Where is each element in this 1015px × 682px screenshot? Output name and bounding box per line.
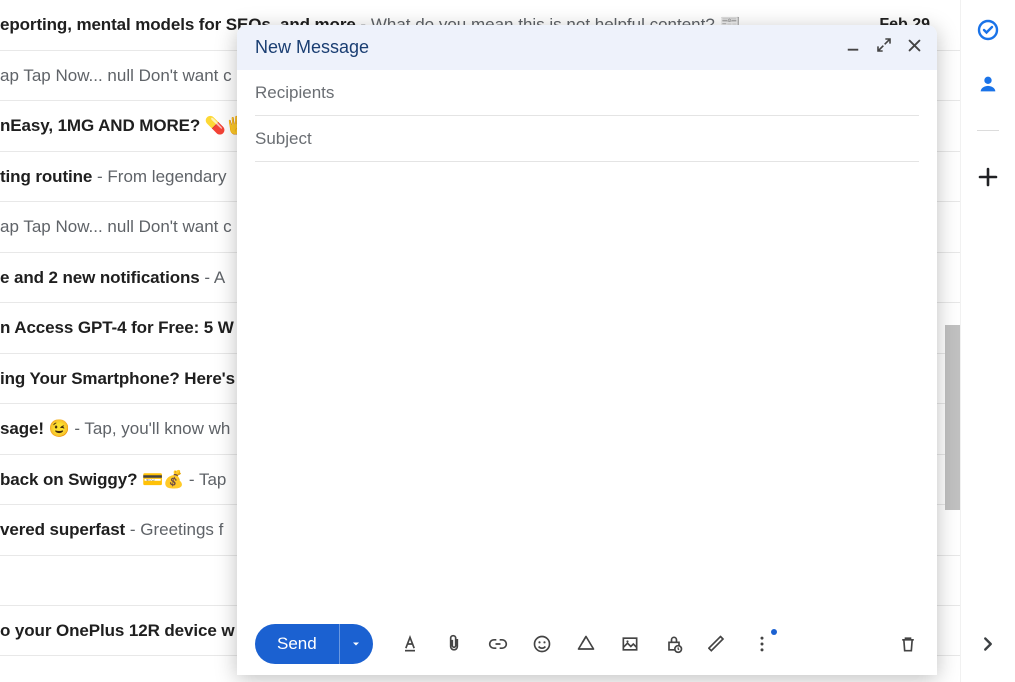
- drive-icon[interactable]: [575, 633, 597, 655]
- compose-header: New Message: [237, 25, 937, 70]
- send-button[interactable]: Send: [255, 624, 339, 664]
- attach-icon[interactable]: [443, 633, 465, 655]
- compose-toolbar: Send: [237, 613, 937, 675]
- indicator-dot: [771, 629, 777, 635]
- collapse-panel-icon[interactable]: [976, 632, 1000, 656]
- formatting-icon[interactable]: [399, 633, 421, 655]
- contacts-icon[interactable]: [976, 72, 1000, 96]
- emoji-icon[interactable]: [531, 633, 553, 655]
- compose-window: New Message: [237, 25, 937, 675]
- more-options-icon[interactable]: [751, 633, 773, 655]
- close-icon[interactable]: [906, 37, 923, 59]
- side-divider: [977, 130, 999, 131]
- expand-icon[interactable]: [876, 37, 892, 58]
- discard-icon[interactable]: [897, 633, 919, 655]
- image-icon[interactable]: [619, 633, 641, 655]
- signature-icon[interactable]: [707, 633, 729, 655]
- subject-field[interactable]: [255, 129, 919, 149]
- send-button-group: Send: [255, 624, 373, 664]
- add-icon[interactable]: [976, 165, 1000, 189]
- link-icon[interactable]: [487, 633, 509, 655]
- compose-body[interactable]: [255, 172, 919, 603]
- confidential-icon[interactable]: [663, 633, 685, 655]
- tasks-icon[interactable]: [976, 18, 1000, 42]
- minimize-icon[interactable]: [844, 36, 862, 59]
- send-options-button[interactable]: [339, 624, 373, 664]
- scrollbar-thumb[interactable]: [945, 325, 960, 510]
- recipients-field[interactable]: [255, 83, 919, 103]
- compose-title: New Message: [255, 37, 369, 58]
- side-panel: [960, 0, 1015, 682]
